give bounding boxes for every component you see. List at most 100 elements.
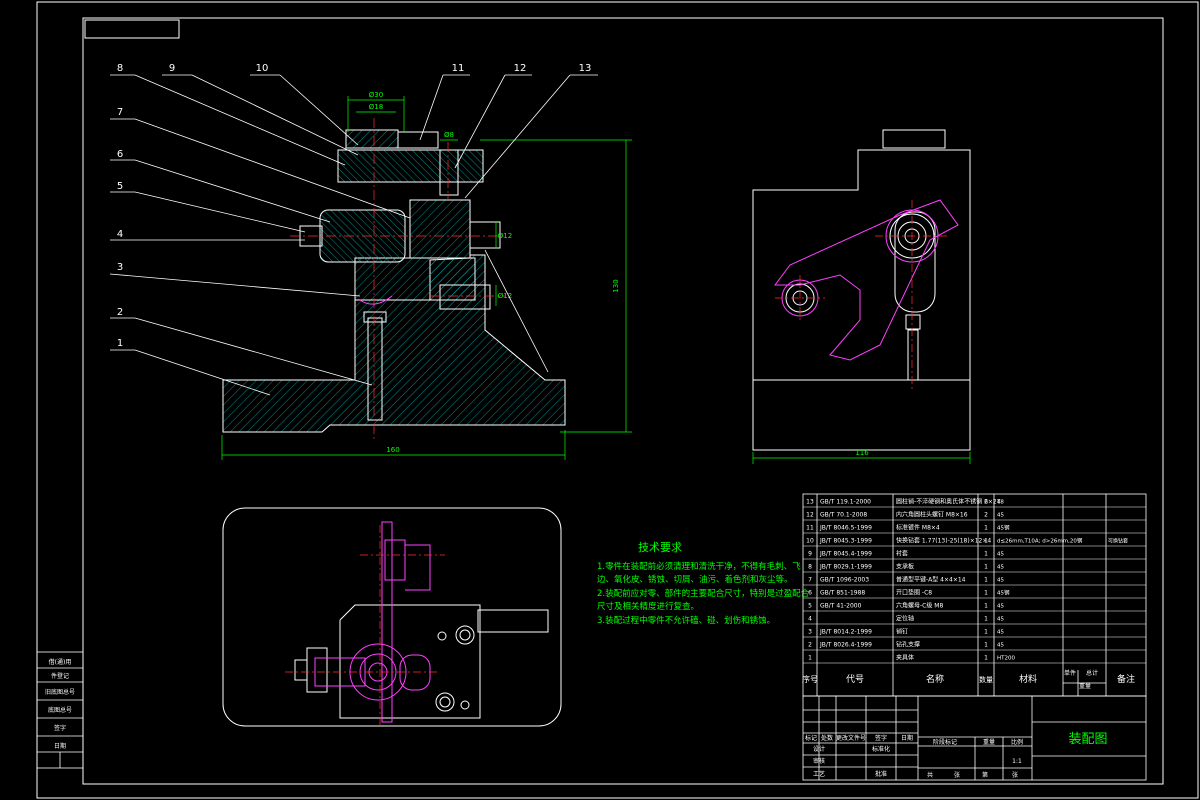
bom-name: 夹具体: [896, 654, 914, 662]
bom-material: 45: [997, 617, 1004, 623]
bom-name: 钻孔支撑: [896, 641, 920, 649]
bom-material: 45: [997, 643, 1004, 649]
support-block: [409, 199, 471, 259]
tb-scale: 1:1: [1012, 758, 1022, 765]
bom-name: 内六角圆柱头螺钉 M8×16: [896, 511, 968, 519]
tech-line: 尺寸及相关精度进行复查。: [597, 601, 699, 612]
balloon-5: 5: [117, 181, 123, 192]
bom-qty: 1: [984, 564, 988, 571]
tb-label: 标准化: [872, 745, 890, 753]
bom-name: 衬套: [896, 550, 908, 558]
bom-seq: 1: [808, 655, 812, 662]
balloon-2: 2: [117, 307, 123, 318]
bom-qty: 1: [984, 551, 988, 558]
tb-label: 第: [982, 771, 988, 779]
bom-seq: 9: [808, 551, 812, 558]
bom-seq: 10: [806, 538, 814, 545]
bom-code: GB/T 119.1-2000: [820, 499, 871, 506]
bom-material: 45: [997, 513, 1004, 519]
bom-code: GB/T 41-2000: [820, 603, 862, 610]
side-strip-label: 签字: [54, 724, 66, 732]
dim-small-top: Ø8: [444, 131, 454, 139]
tb-label: 更改文件号: [836, 734, 866, 742]
top-workpiece: [314, 521, 431, 723]
bom-material: HT200: [997, 656, 1015, 662]
bom-name: 定位轴: [896, 615, 914, 623]
dim-side-width: 116: [855, 449, 869, 457]
bom-qty: 1: [984, 590, 988, 597]
bom-name: 开口垫圈 -C8: [896, 589, 932, 597]
bom-qty: 1: [984, 603, 988, 610]
right-pin: [469, 221, 501, 249]
side-strip-label: 旧底图总号: [45, 688, 75, 696]
bom-material: 45钢: [997, 589, 1010, 597]
top-centerlines: [285, 525, 445, 725]
tb-label: 工艺: [813, 770, 825, 778]
balloon-6: 6: [117, 149, 123, 160]
bom-material: 45: [997, 565, 1004, 571]
bom-qty: 1: [984, 538, 988, 545]
bom-header-seq: 序号: [802, 674, 818, 684]
bom-header-weight: 重量: [1079, 682, 1091, 690]
bom-seq: 11: [806, 525, 814, 532]
bom-seq: 12: [806, 512, 814, 519]
bom-header-unit: 单件: [1064, 669, 1076, 677]
dim-front-width: 160: [386, 446, 399, 454]
dim-top-1: Ø30: [369, 91, 383, 99]
bom-code: JB/T 8045.4-1999: [819, 551, 872, 558]
bom-seq: 6: [808, 590, 812, 597]
drill-plate: [337, 149, 484, 183]
dim-top-2: Ø18: [369, 103, 383, 111]
tech-line: 2.装配前应对零、部件的主要配合尺寸，特别是过盈配合: [597, 588, 810, 599]
balloon-13: 13: [579, 63, 592, 74]
tb-label: 阶段标记: [933, 738, 957, 746]
bom-qty: 1: [984, 642, 988, 649]
tb-label: 张: [1012, 771, 1018, 779]
bom-seq: 8: [808, 564, 812, 571]
tb-label: 设计: [813, 745, 825, 753]
tb-label: 审核: [813, 757, 825, 765]
side-strip-label: 件登记: [51, 672, 69, 680]
bom-material: 45钢: [997, 524, 1010, 532]
balloon-11: 11: [452, 63, 465, 74]
bom-seq: 2: [808, 642, 812, 649]
tb-label: 批准: [875, 770, 887, 778]
tech-line: 边、氧化皮、锈蚀、切屑、油污、着色剂和灰尘等。: [597, 574, 793, 585]
bom-seq: 13: [806, 499, 814, 506]
tech-title: 技术要求: [638, 541, 682, 554]
bom-header-total: 总计: [1086, 669, 1098, 677]
side-knob: [882, 129, 946, 149]
bom-header-qty: 数量: [979, 675, 993, 684]
balloon-8: 8: [117, 63, 123, 74]
side-strip-label: 借(通)用: [49, 658, 72, 666]
bom-code: JB/T 8026.4-1999: [819, 642, 872, 649]
bom-header-name: 名称: [926, 673, 944, 685]
bom-qty: 1: [984, 655, 988, 662]
bom-name: 标准镀件 M8×4: [896, 524, 940, 532]
screw-head: [397, 131, 439, 149]
bom-qty: 2: [984, 499, 988, 506]
bom-material: 45: [997, 578, 1004, 584]
balloon-7: 7: [117, 107, 123, 118]
tb-label: 处数: [821, 734, 833, 742]
bom-code: GB/T 851-1988: [820, 590, 865, 597]
bom-material: d≤26mm,T10A; d>26mm,20钢: [997, 537, 1083, 545]
balloon-12: 12: [514, 63, 527, 74]
tech-requirements: 技术要求 1.零件在装配前必须清理和清洗干净，不得有毛刺、飞 边、氧化皮、锈蚀、…: [597, 541, 810, 626]
drawing-title: 装配图: [1068, 732, 1107, 747]
side-strip-label: 日期: [54, 742, 66, 750]
tech-line: 3.装配过程中零件不允许磕、碰、划伤和锈蚀。: [597, 615, 775, 626]
cad-drawing: 借(通)用 件登记 旧底图总号 底图总号 签字 日期 160 130 Ø30 Ø…: [36, 1, 1199, 799]
bom-name: 快换钻套 1.77(13)-25(18)×12×4: [896, 537, 991, 545]
bom-name: 支承板: [896, 563, 914, 571]
tb-label: 签字: [875, 734, 887, 742]
bom-material: 45: [997, 604, 1004, 610]
bom-seq: 7: [808, 577, 812, 584]
bom-header-remark: 备注: [1117, 673, 1135, 685]
bom-qty: 1: [984, 525, 988, 532]
tb-label: 比例: [1011, 738, 1023, 746]
column: [354, 257, 476, 301]
bom-name: 普通型平键-A型 4×4×14: [896, 576, 966, 584]
title-block-text: 标记 处数 更改文件号 签字 日期 设计 标准化 阶段标记 重量 比例 1:1 …: [805, 734, 1023, 779]
tb-label: 张: [954, 771, 960, 779]
